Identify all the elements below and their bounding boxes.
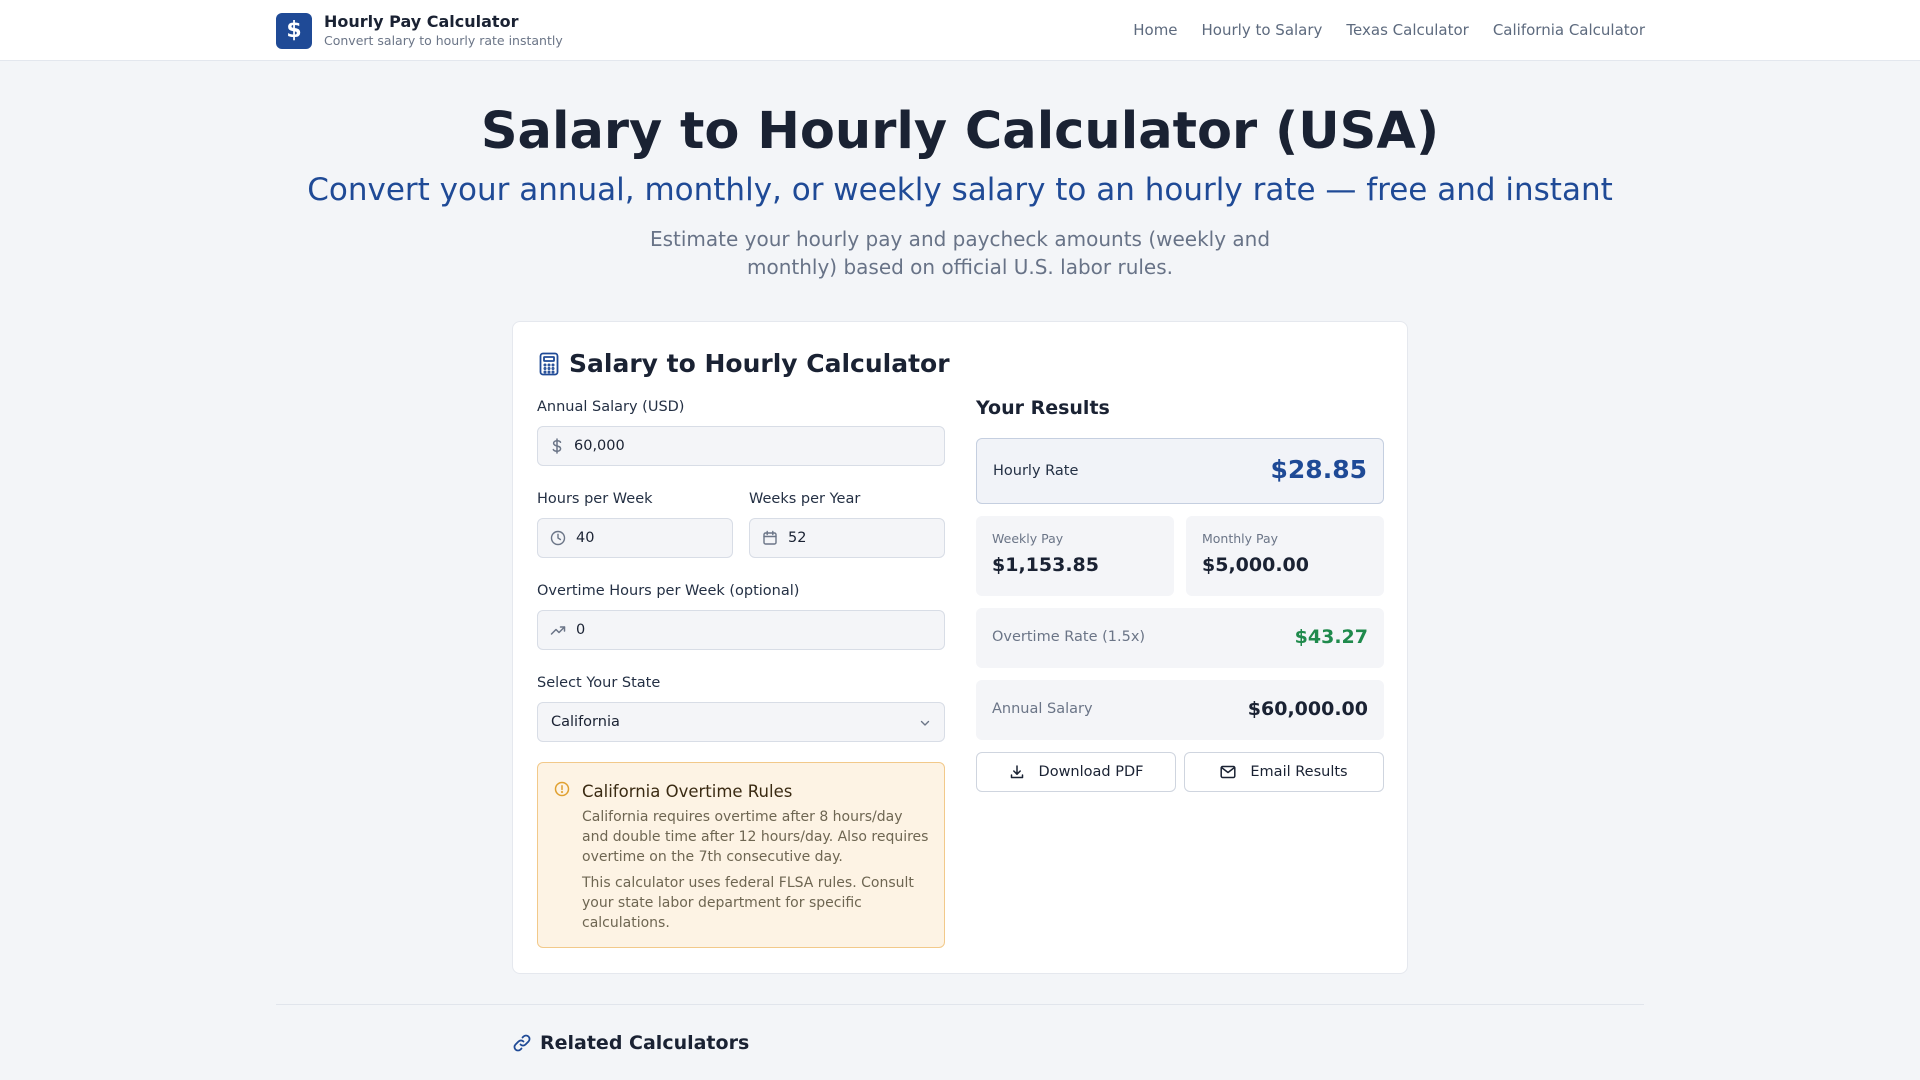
mail-icon [1220, 765, 1236, 779]
overtime-hours-input[interactable]: 0 [537, 610, 945, 650]
weekly-pay-label: Weekly Pay [992, 531, 1064, 546]
chevron-down-icon [918, 716, 932, 730]
page-description: Estimate your hourly pay and paycheck am… [649, 227, 1271, 279]
alert-text-disclaimer: This calculator uses federal FLSA rules.… [582, 875, 914, 931]
overtime-hours-label: Overtime Hours per Week (optional) [537, 583, 800, 599]
related-calculators-header: Related Calculators [512, 1032, 749, 1054]
nav-hourly-to-salary[interactable]: Hourly to Salary [1202, 20, 1323, 40]
overtime-hours-value: 0 [576, 622, 586, 638]
alert-text-rules: California requires overtime after 8 hou… [582, 809, 929, 865]
calculator-title: Salary to Hourly Calculator [569, 349, 950, 378]
weeks-per-year-value: 52 [788, 530, 807, 546]
top-navbar: $ Hourly Pay Calculator Convert salary t… [0, 0, 1920, 61]
weekly-pay-value: $1,153.85 [992, 554, 1099, 576]
results-heading: Your Results [976, 397, 1110, 419]
download-icon [1009, 764, 1025, 780]
related-calculators-title: Related Calculators [540, 1032, 750, 1054]
annual-salary-value: 60,000 [574, 438, 625, 454]
state-select-label: Select Your State [537, 675, 661, 691]
overtime-rate-label: Overtime Rate (1.5x) [992, 629, 1146, 645]
weekly-pay-box: Weekly Pay $1,153.85 [976, 516, 1174, 596]
annual-salary-label: Annual Salary (USD) [537, 399, 685, 415]
annual-salary-box: Annual Salary $60,000.00 [976, 680, 1384, 740]
clock-icon [550, 530, 566, 546]
alert-title: California Overtime Rules [582, 782, 793, 801]
alert-circle-icon [554, 781, 570, 797]
hourly-rate-value: $28.85 [1270, 455, 1367, 484]
state-select[interactable]: California [537, 702, 945, 742]
trending-up-icon [550, 622, 566, 638]
page-subtitle: Convert your annual, monthly, or weekly … [307, 172, 1613, 208]
weeks-per-year-label: Weeks per Year [749, 491, 861, 507]
state-select-value: California [551, 714, 620, 730]
nav-california-calculator[interactable]: California Calculator [1493, 20, 1645, 40]
email-results-button[interactable]: Email Results [1184, 752, 1384, 792]
monthly-pay-label: Monthly Pay [1202, 531, 1279, 546]
hourly-rate-box: Hourly Rate $28.85 [976, 438, 1384, 504]
calendar-icon [762, 530, 778, 546]
brand[interactable]: $ Hourly Pay Calculator Convert salary t… [276, 12, 563, 49]
email-results-label: Email Results [1250, 764, 1348, 780]
monthly-pay-box: Monthly Pay $5,000.00 [1186, 516, 1384, 596]
download-pdf-button[interactable]: Download PDF [976, 752, 1176, 792]
section-divider [276, 1004, 1644, 1005]
annual-salary-result-value: $60,000.00 [1247, 698, 1368, 720]
download-pdf-label: Download PDF [1038, 764, 1144, 780]
hours-per-week-input[interactable]: 40 [537, 518, 733, 558]
hours-per-week-label: Hours per Week [537, 491, 653, 507]
hourly-rate-label: Hourly Rate [993, 463, 1079, 479]
page-title: Salary to Hourly Calculator (USA) [480, 102, 1440, 161]
brand-title: Hourly Pay Calculator [324, 12, 519, 31]
annual-salary-input[interactable]: 60,000 [537, 426, 945, 466]
dollar-logo-icon: $ [276, 12, 312, 49]
brand-subtitle: Convert salary to hourly rate instantly [324, 33, 563, 48]
nav-home[interactable]: Home [1133, 20, 1177, 40]
calculator-icon [539, 352, 559, 376]
dollar-icon [550, 438, 564, 454]
link-icon [512, 1033, 532, 1053]
main-nav: Home Hourly to Salary Texas Calculator C… [1109, 20, 1645, 40]
overtime-rate-value: $43.27 [1294, 626, 1368, 648]
annual-salary-result-label: Annual Salary [992, 701, 1093, 717]
calculator-card: Salary to Hourly Calculator Annual Salar… [512, 321, 1408, 974]
card-header: Salary to Hourly Calculator [539, 348, 950, 380]
overtime-rules-alert: California Overtime Rules California req… [537, 762, 945, 948]
weeks-per-year-input[interactable]: 52 [749, 518, 945, 558]
nav-texas-calculator[interactable]: Texas Calculator [1346, 20, 1468, 40]
hours-per-week-value: 40 [576, 530, 595, 546]
monthly-pay-value: $5,000.00 [1202, 554, 1309, 576]
overtime-rate-box: Overtime Rate (1.5x) $43.27 [976, 608, 1384, 668]
